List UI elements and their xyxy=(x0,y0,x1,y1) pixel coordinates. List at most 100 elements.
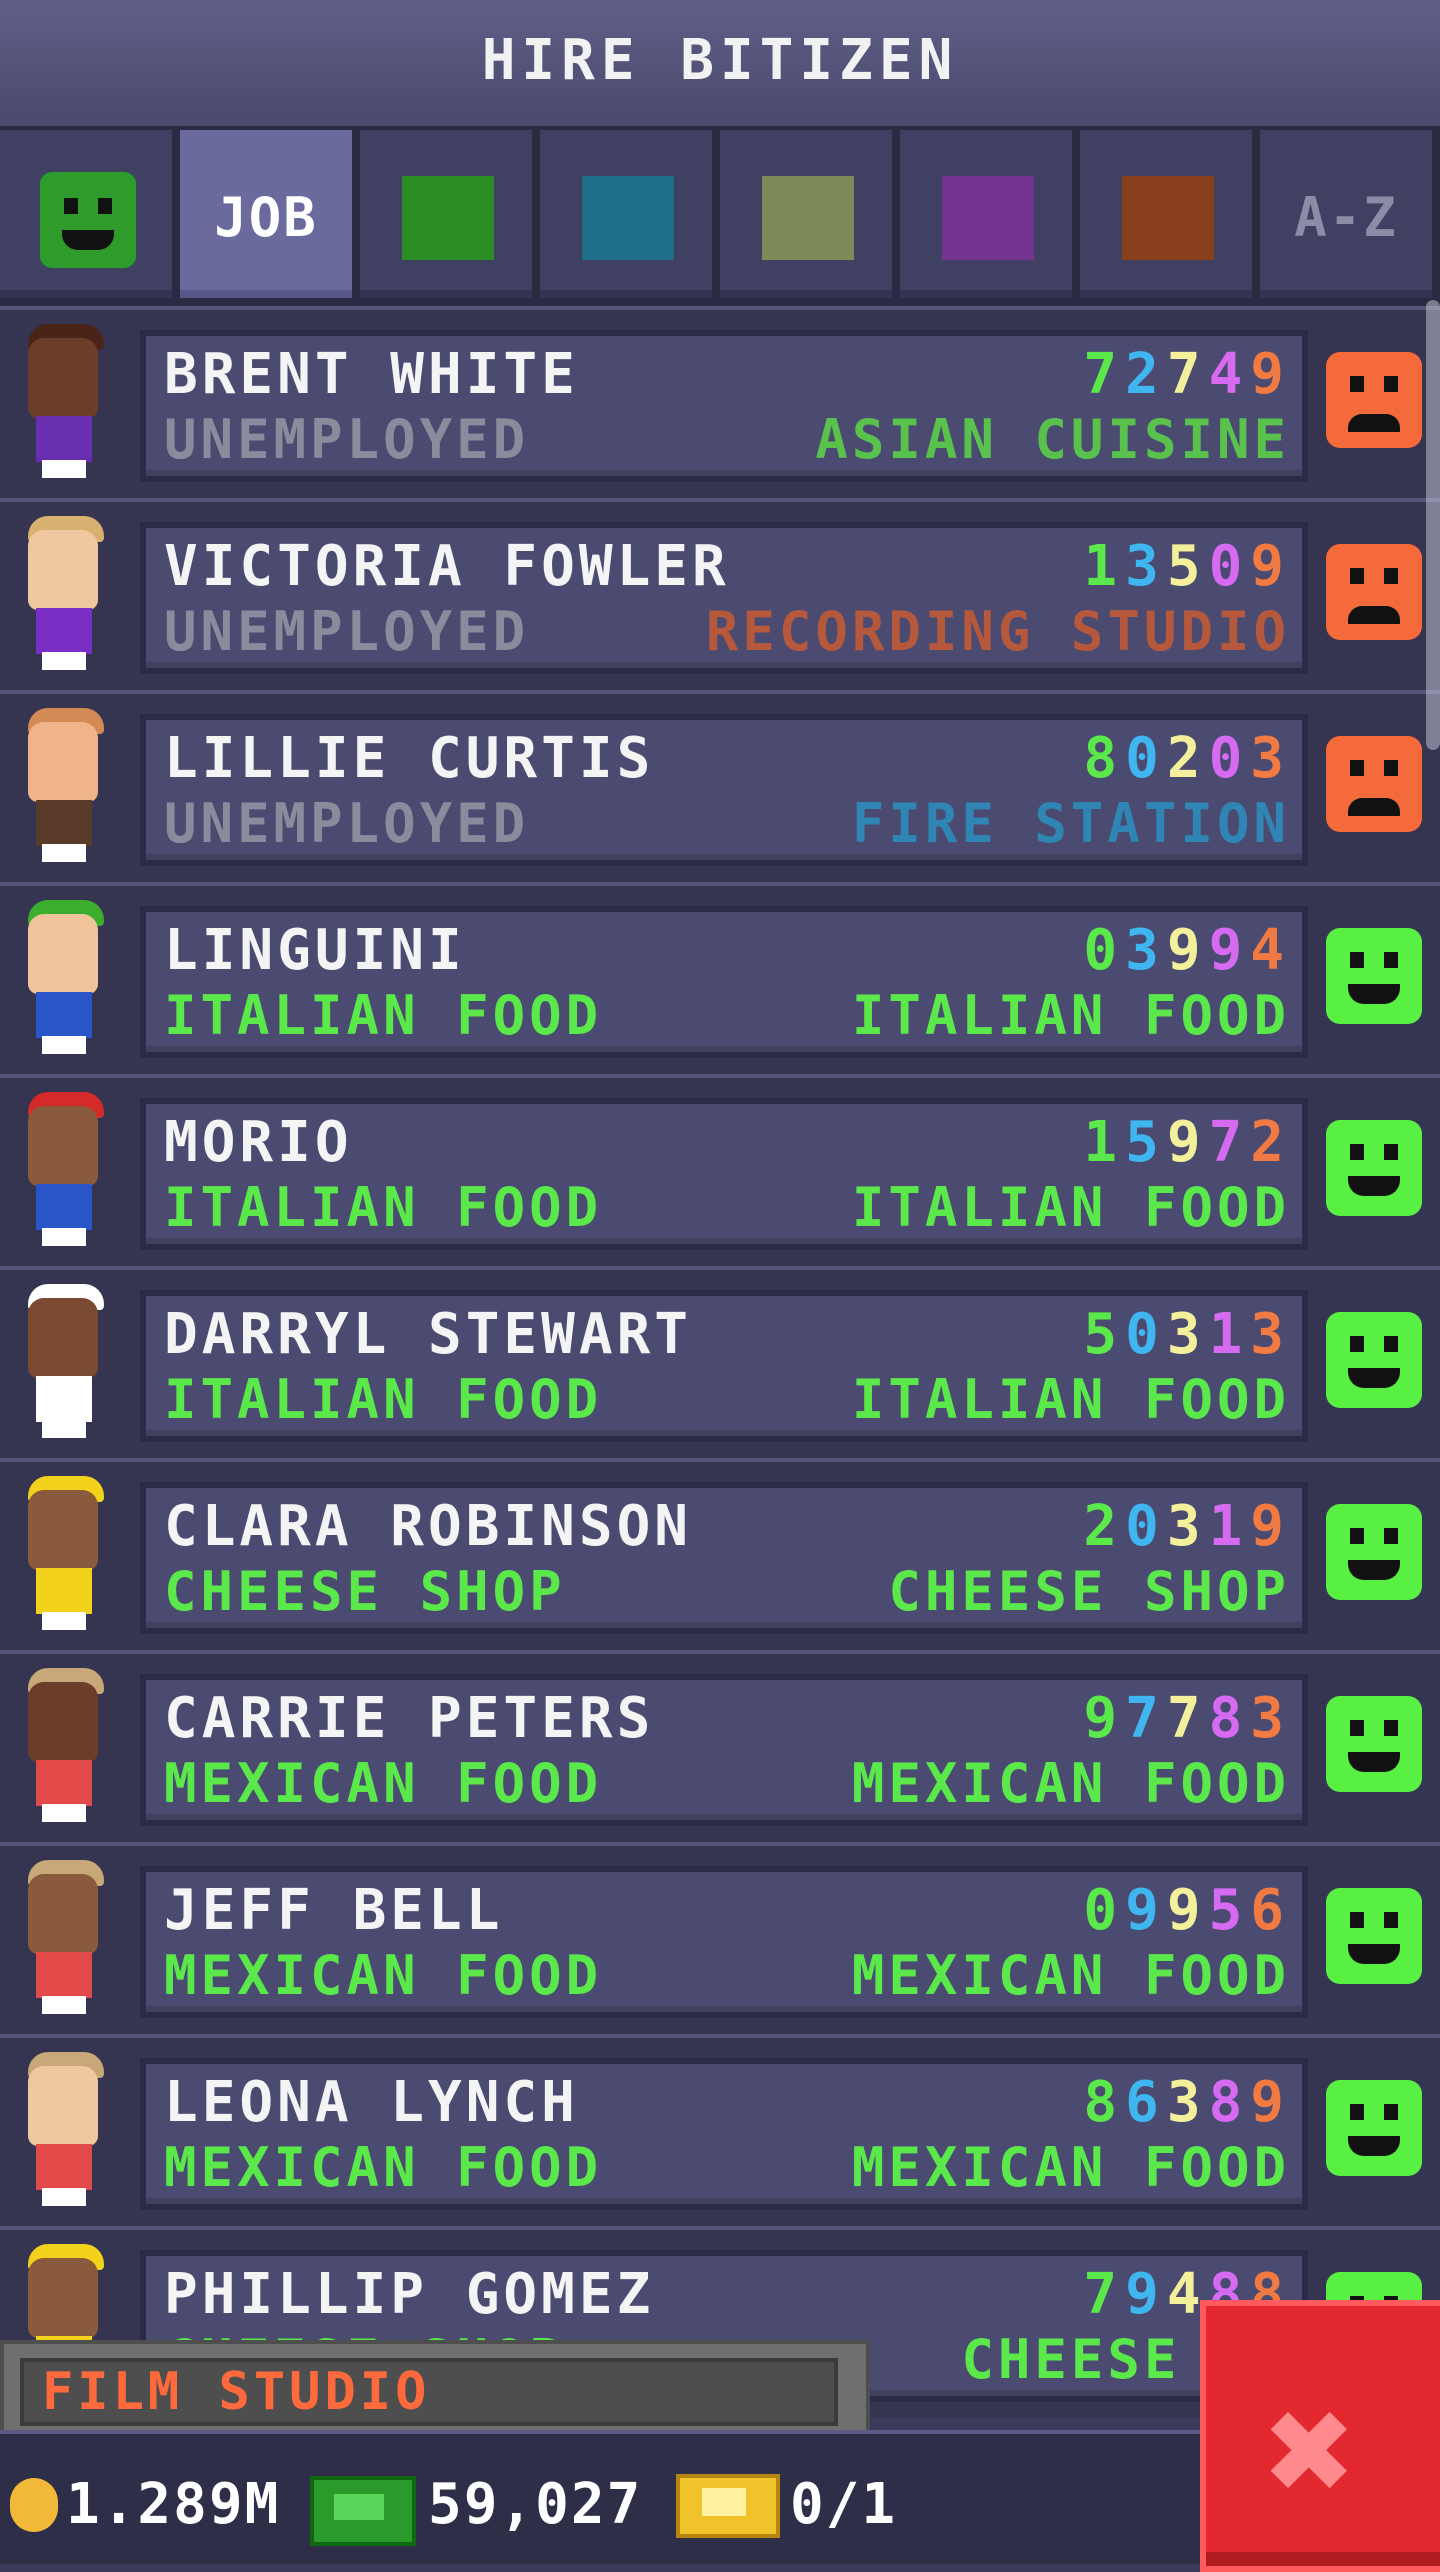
bitizen-row[interactable]: BRENT WHITE 72749 UNEMPLOYED ASIAN CUISINE xyxy=(0,306,1440,498)
bitizen-card: MORIO 15972 ITALIAN FOOD ITALIAN FOOD xyxy=(140,1098,1308,1250)
skill-stat-digit: 3 xyxy=(1125,534,1167,599)
bitizen-avatar xyxy=(14,1476,118,1636)
bitizen-card: VICTORIA FOWLER 13509 UNEMPLOYED RECORDING … xyxy=(140,522,1308,674)
skill-stat-digit: 9 xyxy=(1166,1110,1209,1175)
skill-stat-digit: 8 xyxy=(1083,726,1126,791)
target-building-box: FILM STUDIO xyxy=(20,2358,838,2426)
skill-stats: 20319 xyxy=(1083,1494,1292,1559)
filter-tab[interactable]: JOB xyxy=(180,130,356,298)
sad-face-icon xyxy=(1326,544,1422,640)
bitizen-name: PHILLIP GOMEZ xyxy=(164,2262,655,2327)
skill-stat-digit: 1 xyxy=(1083,534,1126,599)
skill-stat-digit: 0 xyxy=(1083,1878,1126,1943)
filter-tab[interactable] xyxy=(1080,130,1256,298)
skill-stat-digit: 2 xyxy=(1250,1110,1292,1175)
close-icon: ✖ xyxy=(1266,2364,1357,2538)
color-swatch xyxy=(582,176,674,260)
bitizen-name: LILLIE CURTIS xyxy=(164,726,655,791)
skill-stat-digit: 3 xyxy=(1125,918,1167,983)
bitizen-row[interactable]: CLARA ROBINSON 20319 CHEESE SHOP CHEESE SHO… xyxy=(0,1458,1440,1650)
bitizen-row[interactable]: DARRYL STEWART 50313 ITALIAN FOOD ITALIAN F… xyxy=(0,1266,1440,1458)
skill-stat-digit: 5 xyxy=(1208,1878,1251,1943)
bitizen-avatar xyxy=(14,2052,118,2212)
skill-stat-digit: 5 xyxy=(1125,1110,1167,1175)
dream-job: ASIAN CUISINE xyxy=(815,408,1290,471)
bitizen-row[interactable]: LILLIE CURTIS 80203 UNEMPLOYED FIRE STATION xyxy=(0,690,1440,882)
target-building-label: FILM STUDIO xyxy=(42,2362,431,2422)
skill-stat-digit: 9 xyxy=(1250,1494,1292,1559)
skill-stats: 09956 xyxy=(1083,1878,1292,1943)
bitizen-card: JEFF BELL 09956 MEXICAN FOOD MEXICAN FOOD xyxy=(140,1866,1308,2018)
bitizen-avatar xyxy=(14,324,118,484)
filter-tab[interactable]: A-Z xyxy=(1260,130,1436,298)
bitizen-row[interactable]: VICTORIA FOWLER 13509 UNEMPLOYED RECORDING … xyxy=(0,498,1440,690)
bitizen-row[interactable]: MORIO 15972 ITALIAN FOOD ITALIAN FOOD xyxy=(0,1074,1440,1266)
tab-label: A-Z xyxy=(1294,186,1398,249)
bitizen-row[interactable]: CARRIE PETERS 97783 MEXICAN FOOD MEXICAN FO… xyxy=(0,1650,1440,1842)
skill-stat-digit: 9 xyxy=(1250,534,1292,599)
bitizen-row[interactable]: JEFF BELL 09956 MEXICAN FOOD MEXICAN FOOD xyxy=(0,1842,1440,2034)
skill-stat-digit: 8 xyxy=(1208,1686,1251,1751)
vip-count: 0/1 xyxy=(790,2472,898,2537)
skill-stat-digit: 7 xyxy=(1083,2262,1126,2327)
tab-label: JOB xyxy=(214,186,318,249)
current-job: MEXICAN FOOD xyxy=(164,1944,603,2007)
bitizen-name: DARRYL STEWART xyxy=(164,1302,693,1367)
bitizen-avatar xyxy=(14,1668,118,1828)
current-job: MEXICAN FOOD xyxy=(164,2136,603,2199)
bitizen-avatar xyxy=(14,516,118,676)
bitizen-avatar xyxy=(14,1860,118,2020)
bitizen-name: JEFF BELL xyxy=(164,1878,504,1943)
page-title: HIRE BITIZEN xyxy=(481,28,959,93)
bitizen-name: CLARA ROBINSON xyxy=(164,1494,693,1559)
skill-stat-digit: 5 xyxy=(1083,1302,1126,1367)
bitizen-name: LINGUINI xyxy=(164,918,466,983)
bux-count: 59,027 xyxy=(428,2472,643,2537)
current-job: CHEESE SHOP xyxy=(164,1560,566,1623)
dream-job: CHEESE SHOP xyxy=(888,1560,1290,1623)
current-job: MEXICAN FOOD xyxy=(164,1752,603,1815)
bitizen-name: BRENT WHITE xyxy=(164,342,579,407)
bitizen-card: DARRYL STEWART 50313 ITALIAN FOOD ITALIAN F… xyxy=(140,1290,1308,1442)
color-swatch xyxy=(942,176,1034,260)
skill-stat-digit: 9 xyxy=(1250,342,1292,407)
skill-stat-digit: 0 xyxy=(1208,534,1251,599)
skill-stat-digit: 1 xyxy=(1208,1302,1251,1367)
skill-stat-digit: 3 xyxy=(1166,1494,1209,1559)
skill-stats: 50313 xyxy=(1083,1302,1292,1367)
bitizen-row[interactable]: LINGUINI 03994 ITALIAN FOOD ITALIAN FOOD xyxy=(0,882,1440,1074)
current-job: UNEMPLOYED xyxy=(164,408,530,471)
skill-stat-digit: 9 xyxy=(1125,2262,1167,2327)
dream-job: ITALIAN FOOD xyxy=(851,1368,1290,1431)
current-job: ITALIAN FOOD xyxy=(164,1368,603,1431)
skill-stat-digit: 8 xyxy=(1208,2070,1251,2135)
happy-face-icon xyxy=(1326,1696,1422,1792)
filter-tab[interactable] xyxy=(720,130,896,298)
skill-stats: 80203 xyxy=(1083,726,1292,791)
skill-stat-digit: 1 xyxy=(1208,1494,1251,1559)
filter-tab[interactable] xyxy=(900,130,1076,298)
bitizen-avatar xyxy=(14,900,118,1060)
skill-stat-digit: 9 xyxy=(1125,1878,1167,1943)
bitizen-row[interactable]: LEONA LYNCH 86389 MEXICAN FOOD MEXICAN FOOD xyxy=(0,2034,1440,2226)
bitizen-name: CARRIE PETERS xyxy=(164,1686,655,1751)
skill-stat-digit: 3 xyxy=(1250,726,1292,791)
sad-face-icon xyxy=(1326,736,1422,832)
skill-stat-digit: 0 xyxy=(1208,726,1251,791)
dream-job: ITALIAN FOOD xyxy=(851,1176,1290,1239)
filter-tab[interactable] xyxy=(540,130,716,298)
close-button[interactable]: ✖ xyxy=(1200,2300,1440,2572)
bitizen-card: CLARA ROBINSON 20319 CHEESE SHOP CHEESE SHO… xyxy=(140,1482,1308,1634)
skill-stat-digit: 8 xyxy=(1083,2070,1126,2135)
filter-tab[interactable] xyxy=(360,130,536,298)
skill-stat-digit: 0 xyxy=(1125,1302,1167,1367)
happy-face-icon xyxy=(40,172,136,268)
skill-stat-digit: 7 xyxy=(1125,1686,1167,1751)
bitizen-card: BRENT WHITE 72749 UNEMPLOYED ASIAN CUISINE xyxy=(140,330,1308,482)
skill-stat-digit: 2 xyxy=(1166,726,1209,791)
filter-tab[interactable] xyxy=(0,130,176,298)
skill-stat-digit: 6 xyxy=(1125,2070,1167,2135)
scrollbar[interactable] xyxy=(1426,300,1440,750)
skill-stats: 72749 xyxy=(1083,342,1292,407)
skill-stat-digit: 3 xyxy=(1166,2070,1209,2135)
